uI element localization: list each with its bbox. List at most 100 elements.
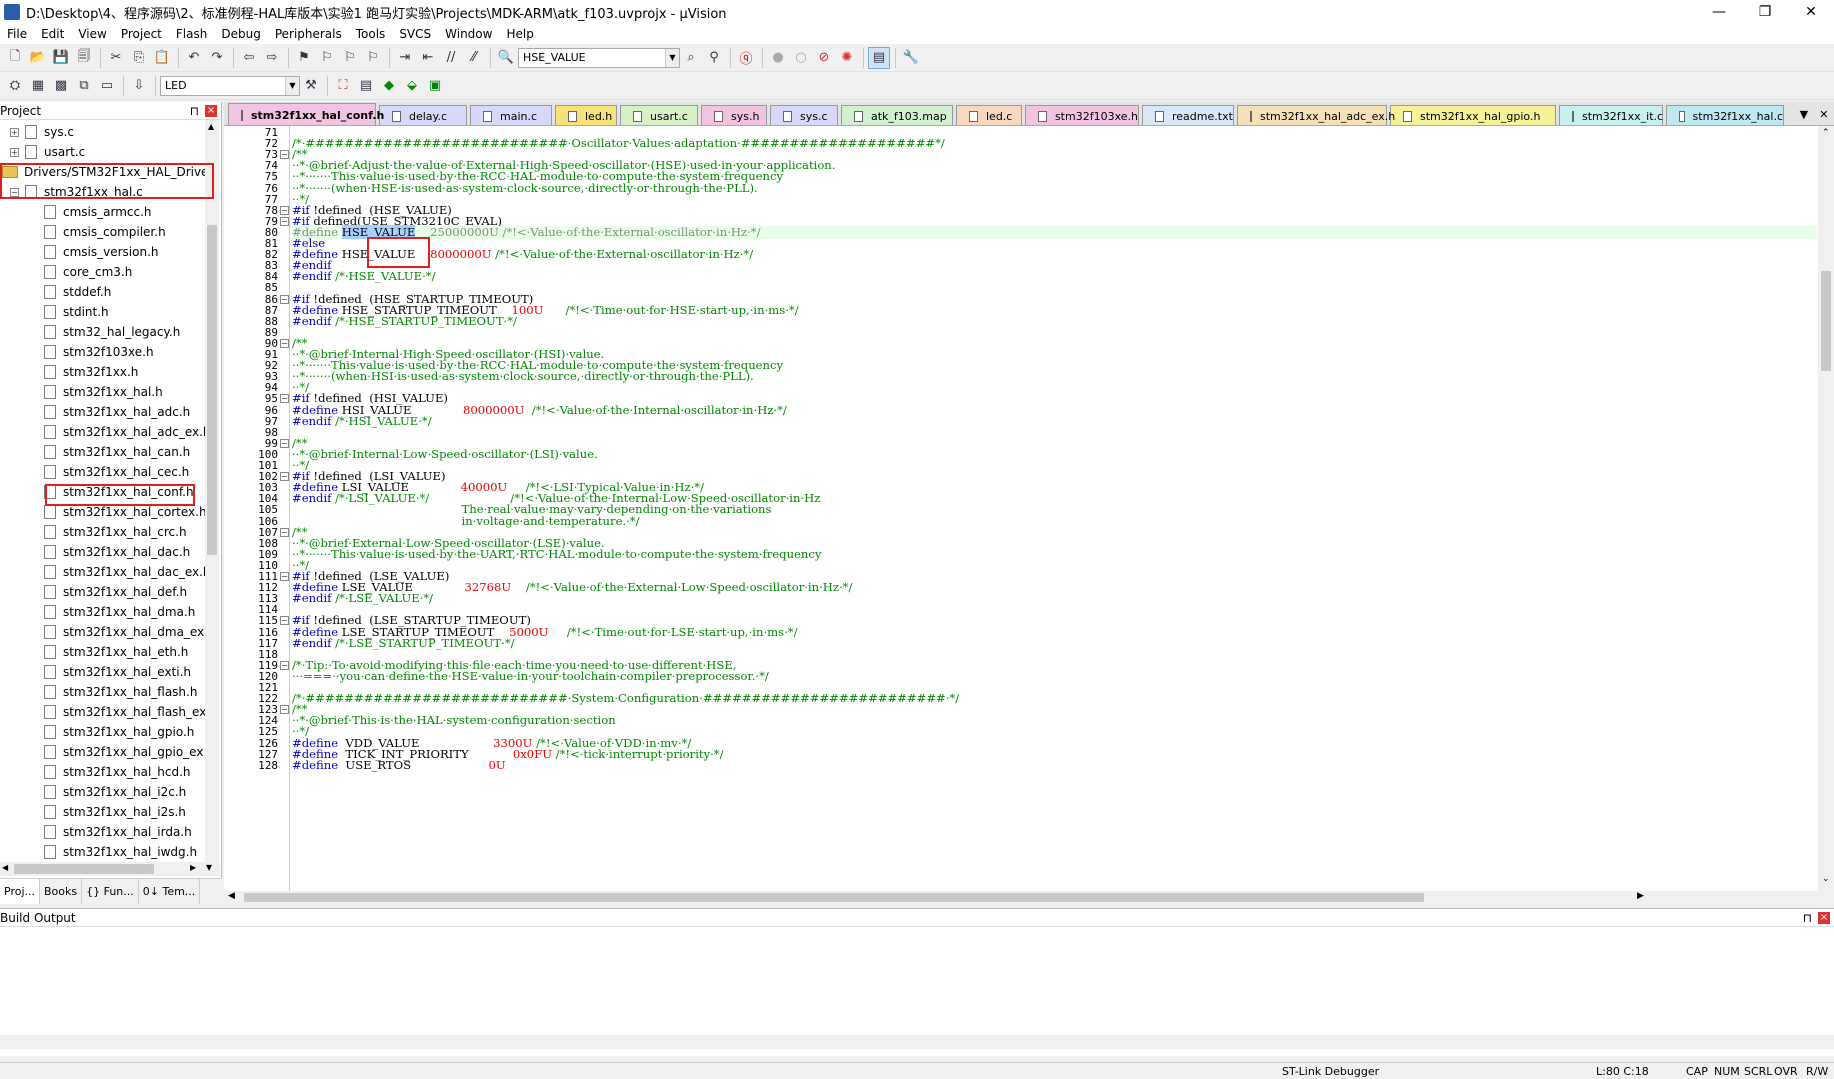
target-options-icon[interactable]: ⚒ [300,75,322,97]
chevron-down-icon[interactable]: ▼ [285,76,299,95]
collapse-icon[interactable]: − [10,187,19,197]
build-output-scrollbar[interactable] [0,1035,1834,1049]
project-panel-tab[interactable]: Proj... [0,879,40,904]
tree-item[interactable]: stm32f1xx_hal_dac.h [44,542,190,562]
nav-back-icon[interactable]: ⇦ [238,47,260,69]
tree-item[interactable]: stm32f1xx_hal_hcd.h [44,762,191,782]
tree-item[interactable]: stm32f1xx_hal_def.h [44,582,187,602]
nav-forward-icon[interactable]: ⇨ [261,47,283,69]
tree-item[interactable]: + usart.c [10,142,85,162]
tree-item[interactable]: stm32f1xx_hal_eth.h [44,642,188,662]
uncomment-icon[interactable]: ⁄⁄ [463,47,485,69]
menu-item[interactable]: Project [114,24,169,44]
indent-icon[interactable]: ⇥ [394,47,416,69]
scroll-thumb[interactable] [244,893,1424,902]
close-button[interactable]: ✕ [1788,0,1834,24]
file-tab[interactable]: stm32f1xx_hal.c [1666,105,1784,125]
tree-item[interactable]: core_cm3.h [44,262,132,282]
scroll-thumb[interactable] [14,864,154,874]
scroll-down-icon[interactable]: ▼ [206,863,212,872]
target-combo[interactable]: LED ▼ [160,75,300,96]
scroll-thumb[interactable] [1821,271,1831,371]
tree-item[interactable]: stm32f1xx_hal_gpio.h [44,722,194,742]
file-tab[interactable]: stm32f1xx_hal_adc_ex.h [1237,105,1395,125]
file-tab[interactable]: led.h [555,105,617,125]
fold-toggle-icon[interactable]: − [280,295,289,304]
tree-item[interactable]: stm32f1xx_hal_i2c.h [44,782,186,802]
tree-item[interactable]: stm32f1xx_hal_dac_ex.h [44,562,205,582]
tree-item[interactable]: stm32f1xx_hal_dma_ex.h [44,622,205,642]
scroll-up-icon[interactable]: ⌃ [1822,128,1830,138]
editor-horizontal-scrollbar[interactable]: ◀ ▶ [224,891,1818,904]
editor-vertical-scrollbar[interactable]: ⌃ ⌄ [1818,126,1834,891]
find-icon[interactable]: ⌕ [680,47,702,69]
menu-item[interactable]: Tools [349,24,393,44]
copy-icon[interactable]: ⎘ [128,47,150,69]
select-packs-icon[interactable]: ⬙ [401,75,423,97]
close-icon[interactable]: × [205,104,217,117]
file-tab[interactable]: stm32f1xx_it.c [1559,105,1663,125]
stop-build-icon[interactable]: ▭ [96,75,118,97]
expand-icon[interactable]: + [10,127,19,137]
fold-toggle-icon[interactable]: − [280,661,289,670]
menu-item[interactable]: Debug [214,24,267,44]
tree-item[interactable]: stm32f1xx_hal_irda.h [44,822,192,842]
file-tab[interactable]: stm32f1xx_hal_gpio.h [1390,105,1556,125]
kill-breakpoints-icon[interactable]: ⊘ [813,47,835,69]
file-tab[interactable]: stm32f103xe.h [1025,105,1139,125]
chevron-down-icon[interactable]: ▼ [665,48,679,67]
tree-item[interactable]: stm32f1xx_hal_crc.h [44,522,187,542]
file-tab[interactable]: usart.c [620,105,698,125]
redo-icon[interactable]: ↷ [206,47,228,69]
menu-item[interactable]: SVCS [392,24,438,44]
file-tab[interactable]: led.c [956,105,1022,125]
fold-toggle-icon[interactable]: − [280,572,289,581]
save-all-icon[interactable]: 🗐 [73,47,95,69]
file-tab[interactable]: stm32f1xx_hal_conf.h [228,103,384,125]
breakpoint-icon[interactable]: ● [767,47,789,69]
file-tab[interactable]: main.c [470,105,552,125]
incremental-find-icon[interactable]: ⚲ [703,47,725,69]
unindent-icon[interactable]: ⇤ [417,47,439,69]
tree-item[interactable]: cmsis_armcc.h [44,202,152,222]
file-tab[interactable]: delay.c [379,105,467,125]
window-layout-icon[interactable]: ▤ [868,46,890,69]
tree-item[interactable]: − stm32f1xx_hal.c [10,182,143,202]
scroll-up-icon[interactable]: ▲ [208,122,214,131]
prev-bookmark-icon[interactable]: ⚐ [316,47,338,69]
download-icon[interactable]: ⇩ [128,75,150,97]
scroll-down-icon[interactable]: ⌄ [1822,874,1830,884]
tree-item[interactable]: stm32f1xx_hal_exti.h [44,662,191,682]
debug-start-icon[interactable]: ⓠ [735,47,757,69]
expand-icon[interactable]: + [10,147,19,157]
tree-item[interactable]: stm32f1xx_hal_dma.h [44,602,195,622]
translate-icon[interactable]: ⛭ [4,75,26,97]
fold-toggle-icon[interactable]: − [280,439,289,448]
fold-toggle-icon[interactable]: − [280,217,289,226]
comment-icon[interactable]: // [440,47,462,69]
tab-list-icon[interactable]: ▼ [1800,108,1808,121]
cut-icon[interactable]: ✂ [105,47,127,69]
tree-item[interactable]: stm32f1xx_hal_flash.h [44,682,197,702]
tree-item[interactable]: stm32f1xx_hal_i2s.h [44,802,186,822]
tree-item[interactable]: stm32f1xx_hal_flash_ex.h [44,702,205,722]
tree-item[interactable]: stm32f1xx_hal_adc_ex.h [44,422,205,442]
run-time-env-icon[interactable]: ▣ [424,75,446,97]
tree-item[interactable]: stm32f1xx_hal_cortex.h [44,502,205,522]
file-tab[interactable]: atk_f103.map [841,105,953,125]
tree-item[interactable]: stm32f1xx_hal_can.h [44,442,190,462]
kill-all-breakpoints-icon[interactable]: ✺ [836,47,858,69]
scroll-thumb[interactable] [207,225,217,555]
code-line[interactable]: #define USE_RTOS 0U [292,759,1817,772]
pack-installer-icon[interactable]: ◆ [378,75,400,97]
tree-item[interactable]: stm32f1xx_hal_conf.h [44,482,194,502]
fold-toggle-icon[interactable]: − [280,339,289,348]
close-icon[interactable]: × [1818,911,1830,924]
fold-toggle-icon[interactable]: − [280,150,289,159]
manage-project-icon[interactable]: ⛶ [332,75,354,97]
code-editor[interactable]: 71 72 73−74 75 76 77 78−79−80 81 82 83 84 85 86−87 88… [224,126,1834,891]
configure-icon[interactable]: 🔧 [900,47,922,69]
paste-icon[interactable]: 📋 [151,47,173,69]
build-icon[interactable]: ▦ [27,75,49,97]
undo-icon[interactable]: ↶ [183,47,205,69]
